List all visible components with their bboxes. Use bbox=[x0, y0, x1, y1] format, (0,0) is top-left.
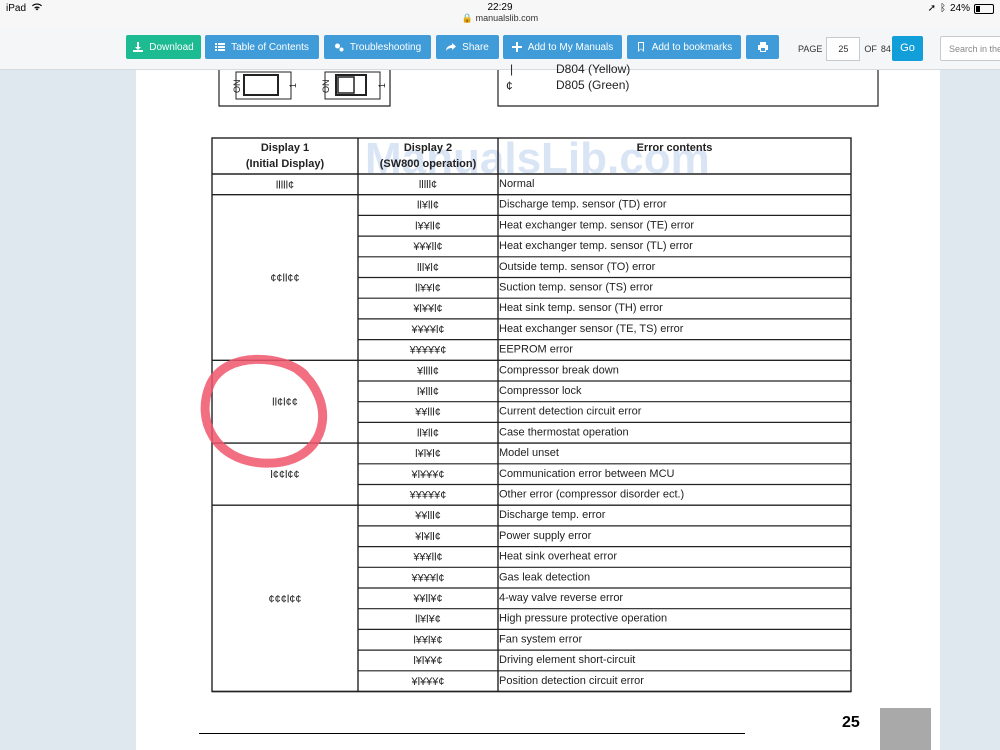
display2-code: lll¥l¢ bbox=[417, 262, 439, 274]
document-drawing: ON 1 ON 1 | D804 (Yellow) ¢ D805 (Green)… bbox=[200, 62, 879, 693]
display2-code: ¥¥¥¥l¢ bbox=[410, 324, 444, 336]
switch-one-label: 1 bbox=[377, 83, 387, 88]
display2-code: l¥¥l¥¢ bbox=[413, 634, 442, 646]
display2-code: ¥l¥¥l¢ bbox=[412, 303, 442, 315]
display2-code: ll¥¥l¢ bbox=[415, 283, 441, 295]
display2-code: ¥¥¥¥¥¢ bbox=[409, 345, 447, 357]
switch-on-label: ON bbox=[232, 80, 242, 94]
display1-code: l¢¢l¢¢ bbox=[270, 469, 299, 481]
display2-code: l¥l¥l¢ bbox=[415, 448, 441, 460]
display2-code: l¥l¥¥¢ bbox=[413, 655, 442, 667]
display2-code: ¥llll¢ bbox=[416, 365, 439, 377]
led-symbol: ¢ bbox=[506, 79, 513, 93]
display2-code: ¥¥¥¥l¢ bbox=[410, 572, 444, 584]
error-description: Heat exchanger temp. sensor (TE) error bbox=[499, 219, 694, 231]
error-description: Power supply error bbox=[499, 530, 592, 542]
display2-code: ¥l¥¥¥¢ bbox=[410, 469, 444, 481]
error-description: Heat sink overheat error bbox=[499, 551, 617, 563]
error-description: Heat sink temp. sensor (TH) error bbox=[499, 302, 663, 314]
error-description: Compressor lock bbox=[499, 385, 582, 397]
column-header: Display 1 bbox=[261, 142, 309, 154]
display2-code: l¥¥ll¢ bbox=[415, 220, 441, 232]
error-description: Position detection circuit error bbox=[499, 675, 644, 687]
error-description: Gas leak detection bbox=[499, 571, 590, 583]
red-circle-annotation bbox=[200, 354, 328, 468]
error-code-table: Display 1 (Initial Display) Display 2 (SW80… bbox=[211, 137, 852, 693]
error-description: Case thermostat operation bbox=[499, 426, 629, 438]
column-header-sub: (SW800 operation) bbox=[380, 158, 477, 170]
display2-code: ¥¥ll¥¢ bbox=[412, 593, 442, 605]
display2-code: ll¥ll¢ bbox=[417, 200, 439, 212]
dip-switch-diagram: ON 1 ON 1 bbox=[218, 70, 391, 107]
page-corner-block bbox=[880, 708, 931, 750]
display1-code: lllll¢ bbox=[276, 179, 294, 191]
column-header: Display 2 bbox=[404, 142, 452, 154]
column-header: Error contents bbox=[637, 142, 713, 154]
display2-code: ¥¥lll¢ bbox=[414, 407, 441, 419]
display2-code: ll¥l¥¢ bbox=[415, 614, 441, 626]
error-description: Communication error between MCU bbox=[499, 468, 675, 480]
display1-code: ll¢l¢¢ bbox=[272, 397, 298, 409]
error-description: Heat exchanger sensor (TE, TS) error bbox=[499, 323, 684, 335]
error-description: Other error (compressor disorder ect.) bbox=[499, 489, 684, 501]
error-description: Heat exchanger temp. sensor (TL) error bbox=[499, 240, 693, 252]
display2-code: ¥¥¥ll¢ bbox=[412, 241, 442, 253]
display2-code: ¥¥¥¥¥¢ bbox=[409, 490, 447, 502]
led-bar: | bbox=[510, 62, 513, 76]
error-description: Normal bbox=[499, 178, 534, 190]
page-number: 25 bbox=[842, 714, 860, 731]
display2-code: lllll¢ bbox=[419, 179, 437, 191]
switch-one-label: 1 bbox=[288, 83, 298, 88]
error-description: Outside temp. sensor (TO) error bbox=[499, 261, 656, 273]
display2-code: ll¥ll¢ bbox=[417, 427, 439, 439]
error-description: Discharge temp. sensor (TD) error bbox=[499, 199, 667, 211]
led-d804-label: D804 (Yellow) bbox=[556, 62, 630, 76]
error-description: Model unset bbox=[499, 447, 559, 459]
error-description: EEPROM error bbox=[499, 344, 573, 356]
error-description: Current detection circuit error bbox=[499, 406, 642, 418]
error-description: Fan system error bbox=[499, 633, 582, 645]
error-description: Suction temp. sensor (TS) error bbox=[499, 282, 653, 294]
display2-code: ¥¥lll¢ bbox=[414, 510, 441, 522]
display1-code: ¢¢¢l¢¢ bbox=[268, 593, 301, 605]
error-description: 4-way valve reverse error bbox=[499, 592, 623, 604]
led-d805-label: D805 (Green) bbox=[556, 78, 629, 92]
display2-code: ¥¥¥ll¢ bbox=[412, 552, 442, 564]
display1-code: ¢¢ll¢¢ bbox=[270, 273, 299, 285]
led-legend: | D804 (Yellow) ¢ D805 (Green) bbox=[497, 62, 879, 107]
column-header-sub: (Initial Display) bbox=[246, 158, 325, 170]
display2-code: l¥lll¢ bbox=[417, 386, 439, 398]
display2-code: ¥l¥¥¥¢ bbox=[410, 676, 444, 688]
display2-code: ¥l¥ll¢ bbox=[414, 531, 441, 543]
error-description: High pressure protective operation bbox=[499, 613, 667, 625]
error-description: Driving element short-circuit bbox=[499, 654, 635, 666]
error-description: Compressor break down bbox=[499, 364, 619, 376]
footer-rule bbox=[199, 733, 745, 734]
error-description: Discharge temp. error bbox=[499, 509, 606, 521]
switch-on-label: ON bbox=[321, 80, 331, 94]
